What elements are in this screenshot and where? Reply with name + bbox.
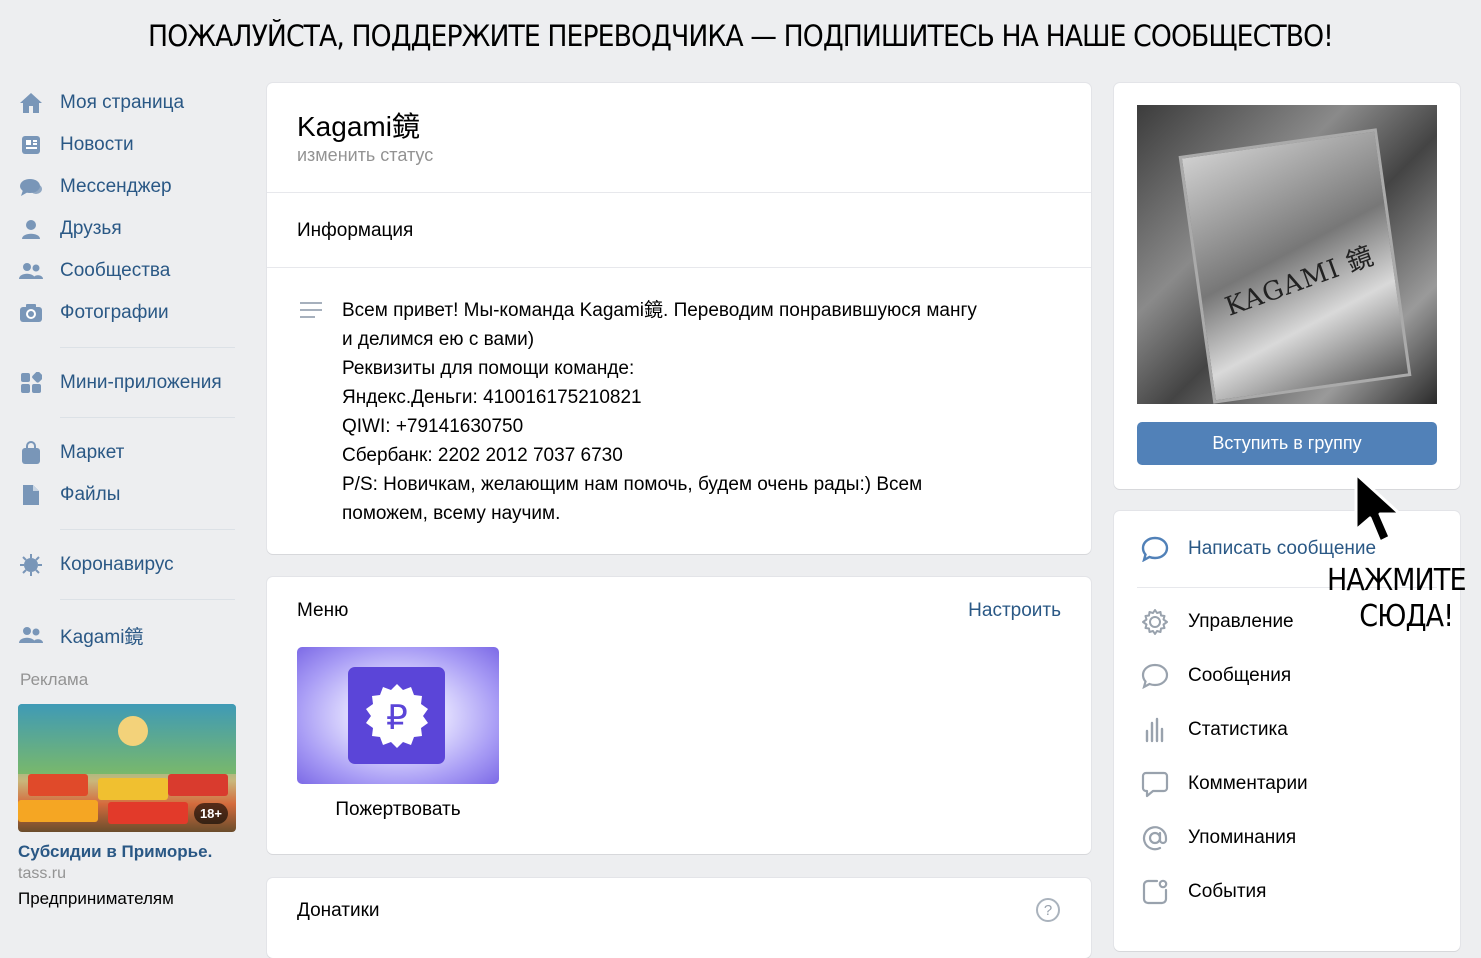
nav-coronavirus[interactable]: Коронавирус xyxy=(18,544,238,586)
users-icon xyxy=(18,258,44,284)
ruble-icon: ₽ xyxy=(348,667,445,764)
cursor-arrow-icon xyxy=(1350,470,1420,555)
ruble-symbol: ₽ xyxy=(386,698,408,738)
file-icon xyxy=(18,482,44,508)
menu-title: Меню xyxy=(297,600,349,621)
group-cover-image[interactable]: KAGAMI 鏡 xyxy=(1137,105,1437,404)
nav-files[interactable]: Файлы xyxy=(18,474,238,516)
menu-card: Меню Настроить ₽ Пожертвовать xyxy=(267,577,1091,854)
divider xyxy=(60,529,235,530)
nav-label: Мини-приложения xyxy=(60,372,222,393)
description-line: QIWI: +79141630750 xyxy=(342,416,524,437)
nav-photos[interactable]: Фотографии xyxy=(18,292,238,334)
annotation-line: СЮДА! xyxy=(1359,599,1454,634)
nav-label: Файлы xyxy=(60,484,121,505)
nav-label: Kagami鏡 xyxy=(60,626,144,648)
divider xyxy=(60,599,235,600)
description-line: поможем, всему научим. xyxy=(342,503,561,524)
message-icon xyxy=(1140,661,1170,691)
action-label: Статистика xyxy=(1188,719,1288,740)
ad-link[interactable]: Субсидии в Приморье. xyxy=(18,842,238,862)
ad-image[interactable]: 18+ xyxy=(18,704,236,832)
donators-title: Донатики xyxy=(297,900,380,921)
group-name: Kagami鏡 xyxy=(297,111,420,142)
stats-icon xyxy=(1140,715,1170,745)
donate-tile[interactable]: ₽ xyxy=(297,647,499,784)
nav-label: Друзья xyxy=(60,218,122,239)
event-icon xyxy=(1140,877,1170,907)
left-nav: Моя страница Новости Мессенджер Друзья С… xyxy=(18,82,238,909)
donators-card: Донатики ? xyxy=(267,878,1091,958)
age-badge: 18+ xyxy=(193,803,228,824)
comment-icon xyxy=(1140,769,1170,799)
nav-news[interactable]: Новости xyxy=(18,124,238,166)
description-line: Сбербанк: 2202 2012 7037 6730 xyxy=(342,445,623,466)
action-label: Упоминания xyxy=(1188,827,1297,848)
nav-group-kagami[interactable]: Kagami鏡 xyxy=(18,614,238,656)
write-message-action[interactable]: Написать сообщение xyxy=(1140,534,1376,564)
nav-market[interactable]: Маркет xyxy=(18,432,238,474)
action-label: Управление xyxy=(1188,611,1294,632)
divider xyxy=(60,417,235,418)
chat-icon xyxy=(18,174,44,200)
nav-label: Моя страница xyxy=(60,92,185,113)
divider xyxy=(267,267,1091,268)
nav-label: Новости xyxy=(60,134,134,155)
users-icon xyxy=(18,622,44,648)
ad-domain: tass.ru xyxy=(18,865,67,882)
nav-label: Мессенджер xyxy=(60,176,172,197)
annotation-line: НАЖМИТЕ xyxy=(1327,563,1467,598)
description-line: P/S: Новичкам, желающим нам помочь, буде… xyxy=(342,474,923,495)
description-line: Яндекс.Деньги: 410016175210821 xyxy=(342,387,642,408)
nav-label: Маркет xyxy=(60,442,125,463)
divider xyxy=(60,347,235,348)
gear-icon xyxy=(1140,607,1170,637)
divider xyxy=(267,192,1091,193)
configure-link[interactable]: Настроить xyxy=(968,600,1061,622)
top-banner: ПОЖАЛУЙСТА, ПОДДЕРЖИТЕ ПЕРЕВОДЧИКА — ПОД… xyxy=(148,19,1334,53)
nav-label: Фотографии xyxy=(60,302,169,323)
group-description: Всем привет! Мы-команда Kagami鏡. Перевод… xyxy=(342,296,1022,528)
action-label: Написать сообщение xyxy=(1188,538,1377,559)
manage-action[interactable]: Управление xyxy=(1140,607,1294,637)
at-icon xyxy=(1140,823,1170,853)
cover-card: KAGAMI 鏡 Вступить в группу xyxy=(1114,83,1460,489)
message-icon xyxy=(1140,534,1170,564)
messages-action[interactable]: Сообщения xyxy=(1140,661,1291,691)
comments-action[interactable]: Комментарии xyxy=(1140,769,1308,799)
nav-mini-apps[interactable]: Мини-приложения xyxy=(18,362,238,404)
nav-label: Коронавирус xyxy=(60,554,174,575)
description-line: Реквизиты для помощи команде: xyxy=(342,358,635,379)
nav-friends[interactable]: Друзья xyxy=(18,208,238,250)
help-icon[interactable]: ? xyxy=(1036,898,1060,922)
group-info-card: Kagami鏡 изменить статус Информация Всем … xyxy=(267,83,1091,554)
nav-messenger[interactable]: Мессенджер xyxy=(18,166,238,208)
donate-label[interactable]: Пожертвовать xyxy=(297,799,499,821)
ad-text: Предпринимателям xyxy=(18,889,174,908)
press-here-annotation: НАЖМИТЕ СЮДА! xyxy=(1327,563,1467,635)
nav-communities[interactable]: Сообщества xyxy=(18,250,238,292)
mentions-action[interactable]: Упоминания xyxy=(1140,823,1296,853)
description-line: Всем привет! Мы-команда Kagami鏡. Перевод… xyxy=(342,300,977,321)
camera-icon xyxy=(18,300,44,326)
bag-icon xyxy=(18,440,44,466)
action-label: События xyxy=(1188,881,1267,902)
status-link[interactable]: изменить статус xyxy=(297,145,433,166)
virus-icon xyxy=(18,552,44,578)
apps-icon xyxy=(18,370,44,396)
description-line: и делимся ею с вами) xyxy=(342,329,535,350)
home-icon xyxy=(18,90,44,116)
news-icon xyxy=(18,132,44,158)
nav-my-page[interactable]: Моя страница xyxy=(18,82,238,124)
nav-label: Сообщества xyxy=(60,260,171,281)
ads-title: Реклама xyxy=(20,670,89,689)
join-group-button[interactable]: Вступить в группу xyxy=(1137,422,1437,465)
action-label: Сообщения xyxy=(1188,665,1292,686)
user-icon xyxy=(18,216,44,242)
info-title: Информация xyxy=(297,220,414,241)
events-action[interactable]: События xyxy=(1140,877,1266,907)
description-icon xyxy=(300,302,322,323)
action-label: Комментарии xyxy=(1188,773,1308,794)
stats-action[interactable]: Статистика xyxy=(1140,715,1288,745)
